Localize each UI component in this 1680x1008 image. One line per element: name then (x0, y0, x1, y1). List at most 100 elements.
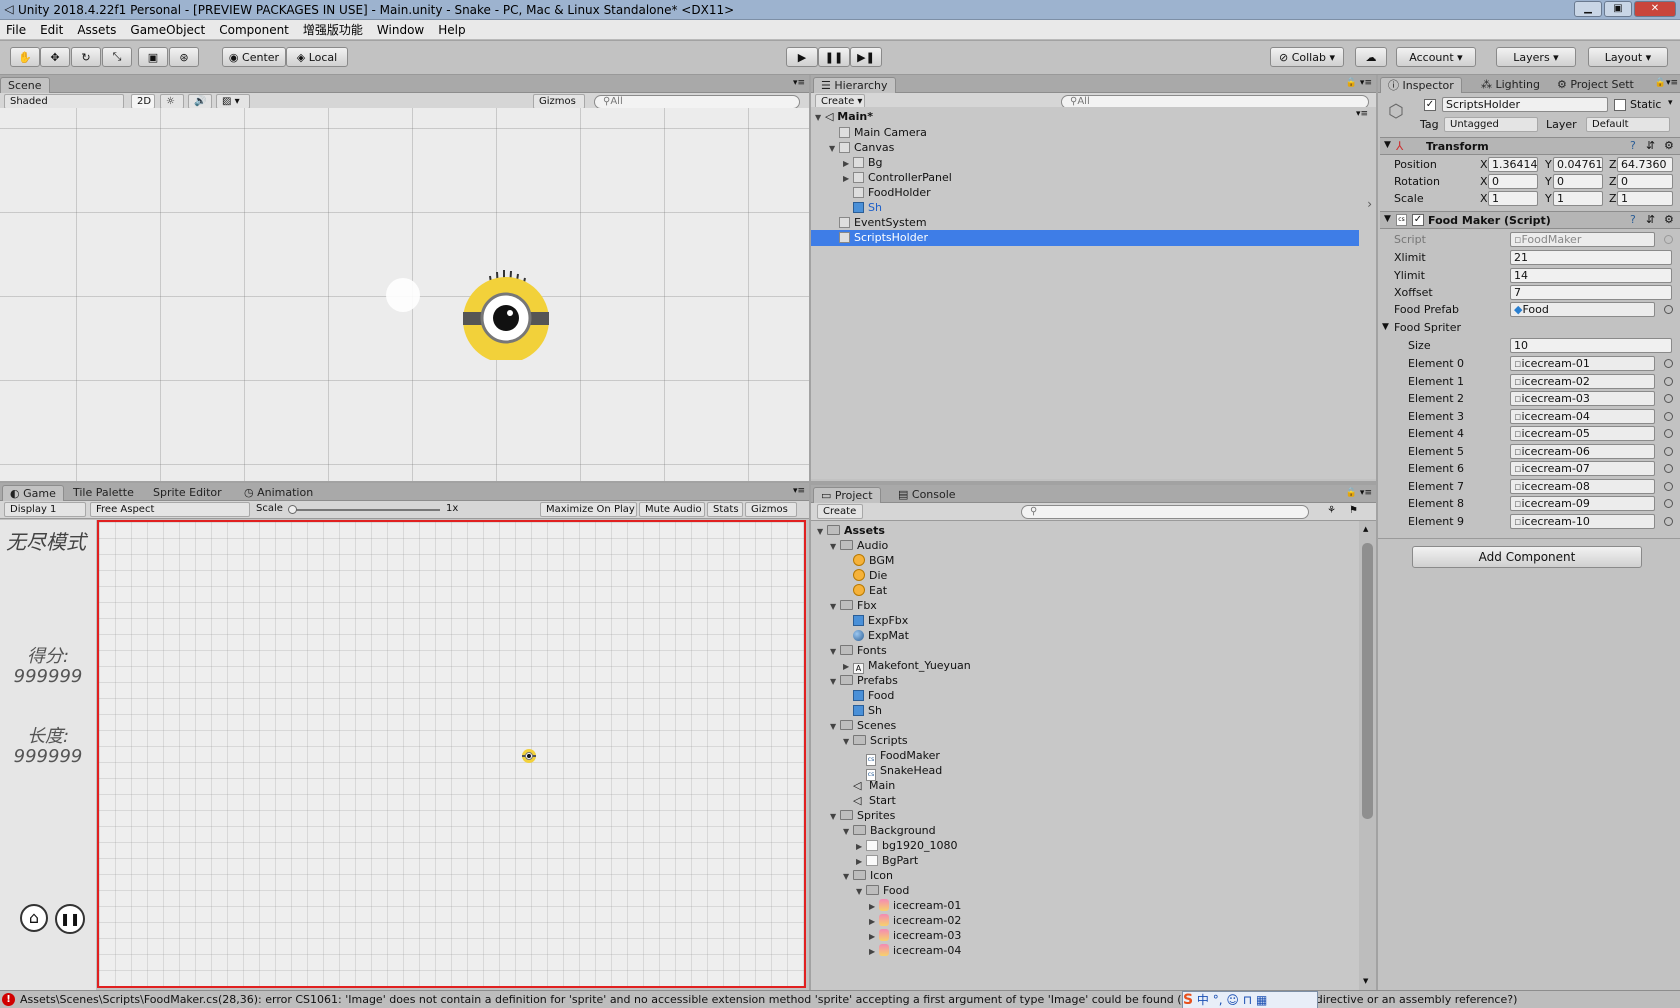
element-sprite-field[interactable]: ▫icecream-07 (1510, 461, 1655, 476)
menu-gameobject[interactable]: GameObject (130, 23, 205, 37)
project-item[interactable]: ▼ Icon (811, 868, 893, 884)
collab-button[interactable]: ⊘ Collab ▾ (1270, 47, 1344, 67)
project-item[interactable]: Eat (811, 583, 887, 599)
tab-game[interactable]: ◐ Game (2, 485, 64, 501)
hierarchy-item[interactable]: ScriptsHolder (811, 230, 1359, 246)
element-sprite-field[interactable]: ▫icecream-08 (1510, 478, 1655, 494)
game-play-area[interactable] (97, 520, 806, 988)
project-search-input[interactable]: ⚲ (1021, 505, 1309, 519)
lock-icon[interactable]: 🔒 ▾≡ (1346, 488, 1372, 498)
transform-rotation-x-input[interactable]: 0 (1488, 174, 1538, 189)
project-item[interactable]: ▼ Sprites (811, 808, 895, 824)
object-picker-icon[interactable] (1664, 394, 1673, 403)
project-item[interactable]: ▼ Prefabs (811, 673, 898, 689)
transform-rotation-z-input[interactable]: 0 (1617, 174, 1673, 189)
scale-slider[interactable] (290, 509, 440, 511)
minimize-icon[interactable]: ▁ (1574, 1, 1602, 17)
rect-tool-icon[interactable]: ▣ (138, 47, 168, 67)
size-input[interactable]: 10 (1510, 338, 1672, 353)
food-sprite[interactable] (386, 278, 420, 312)
project-item[interactable]: ▶ icecream-01 (811, 898, 961, 914)
active-checkbox[interactable]: ✓ (1424, 99, 1436, 111)
object-picker-icon[interactable] (1664, 481, 1673, 491)
panel-menu-icon[interactable]: ▾≡ (793, 78, 805, 88)
transform-position-x-input[interactable]: 1.36414 (1488, 157, 1538, 172)
scale-slider-handle[interactable] (288, 505, 297, 514)
menu-window[interactable]: Window (377, 23, 424, 37)
account-dropdown[interactable]: Account ▾ (1396, 47, 1476, 67)
tab-hierarchy[interactable]: ☰ Hierarchy (813, 77, 896, 93)
object-picker-icon[interactable] (1664, 429, 1673, 438)
mode-2d-button[interactable]: 2D (131, 94, 155, 109)
project-item[interactable]: ExpMat (811, 628, 909, 644)
hierarchy-item[interactable]: ▶ ControllerPanel (811, 170, 952, 186)
project-create-dropdown[interactable]: Create ▾ (817, 504, 863, 531)
scrollbar-thumb[interactable] (1362, 543, 1373, 819)
scene-gizmos-dropdown[interactable]: Gizmos ▾ (533, 94, 585, 121)
project-item[interactable]: ▶ icecream-02 (811, 913, 961, 929)
snake-head-minion[interactable] (462, 268, 550, 363)
chevron-right-icon[interactable]: › (1367, 197, 1372, 211)
step-button[interactable]: ▶❚ (850, 47, 882, 67)
pivot-center-button[interactable]: ◉ Center (222, 47, 286, 67)
preset-icon[interactable]: ⇵ (1646, 139, 1655, 152)
object-picker-icon[interactable] (1664, 464, 1673, 473)
project-item[interactable]: ▼ Food (811, 883, 909, 899)
project-item[interactable]: cs SnakeHead (811, 763, 942, 781)
hierarchy-item[interactable]: Sh (811, 200, 882, 216)
hierarchy-item[interactable]: EventSystem (811, 215, 927, 231)
mute-audio-toggle[interactable]: Mute Audio (639, 502, 705, 517)
foldout-open-icon[interactable]: ▼ (1382, 322, 1389, 332)
layers-dropdown[interactable]: Layers ▾ (1496, 47, 1576, 67)
project-item[interactable]: ▼ Fonts (811, 643, 887, 659)
space-local-button[interactable]: ◈ Local (286, 47, 348, 67)
project-item[interactable]: ▶ A Makefont_Yueyuan (811, 658, 971, 674)
hierarchy-item[interactable]: Main Camera (811, 125, 927, 141)
transform-tool-icon[interactable]: ⊛ (169, 47, 199, 67)
hand-tool-icon[interactable]: ✋ (10, 47, 40, 67)
tab-console[interactable]: ▤ Console (891, 487, 963, 503)
food-prefab-field[interactable]: ◆Food (1510, 302, 1655, 317)
project-item[interactable]: ▼ Scripts (811, 733, 908, 749)
chevron-down-icon[interactable]: ▼ (1363, 977, 1372, 985)
cloud-button[interactable]: ☁ (1355, 47, 1387, 67)
project-item[interactable]: ◁ Main (811, 778, 895, 794)
element-sprite-field[interactable]: ▫icecream-10 (1510, 513, 1655, 529)
shading-dropdown[interactable]: Shaded (4, 94, 124, 109)
stats-toggle[interactable]: Stats (707, 502, 743, 517)
tab-sprite-editor[interactable]: Sprite Editor (146, 485, 229, 501)
transform-position-z-input[interactable]: 64.7360 (1617, 157, 1673, 172)
project-item[interactable]: Die (811, 568, 887, 584)
effects-toggle-icon[interactable]: ▨ ▾ (216, 94, 250, 109)
home-icon[interactable]: ⌂ (20, 904, 48, 932)
ylimit-input[interactable]: 14 (1510, 267, 1672, 283)
object-picker-icon[interactable] (1664, 499, 1673, 508)
light-toggle-icon[interactable]: ☼ (160, 94, 184, 109)
element-sprite-field[interactable]: ▫icecream-06 (1510, 443, 1655, 459)
menu-edit[interactable]: Edit (40, 23, 63, 37)
xlimit-input[interactable]: 21 (1510, 250, 1672, 265)
foldout-open-icon[interactable]: ▼ (1384, 214, 1391, 224)
menu-file[interactable]: File (6, 23, 26, 37)
add-component-button[interactable]: Add Component (1412, 546, 1642, 568)
project-item[interactable]: ▼ Scenes (811, 718, 896, 734)
project-item[interactable]: cs FoodMaker (811, 748, 940, 766)
filter-label-icon[interactable]: ⚑ (1349, 505, 1358, 516)
transform-rotation-y-input[interactable]: 0 (1553, 174, 1603, 189)
ime-emoji-icon[interactable]: ☺ (1226, 993, 1239, 1007)
gear-icon[interactable]: ⚙ (1664, 213, 1674, 226)
scale-tool-icon[interactable]: ⤡ (102, 47, 132, 67)
element-sprite-field[interactable]: ▫icecream-09 (1510, 496, 1655, 511)
project-item[interactable]: BGM (811, 553, 894, 569)
ime-grid-icon[interactable]: ▦ (1256, 993, 1267, 1007)
project-item[interactable]: ◁ Start (811, 793, 896, 809)
game-gizmos-dropdown[interactable]: Gizmos ▾ (745, 502, 797, 529)
element-sprite-field[interactable]: ▫icecream-01 (1510, 356, 1655, 371)
ime-tool-icon[interactable]: ⊓ (1243, 993, 1252, 1007)
menu-component[interactable]: Component (219, 23, 289, 37)
audio-toggle-icon[interactable]: 🔊 (188, 94, 212, 109)
tab-inspector[interactable]: ⓘ Inspector (1380, 77, 1462, 93)
scene-menu-icon[interactable]: ▾≡ (1356, 109, 1368, 119)
tag-dropdown[interactable]: Untagged (1444, 117, 1538, 132)
scene-root[interactable]: ▼ ◁ Main* (815, 109, 873, 125)
